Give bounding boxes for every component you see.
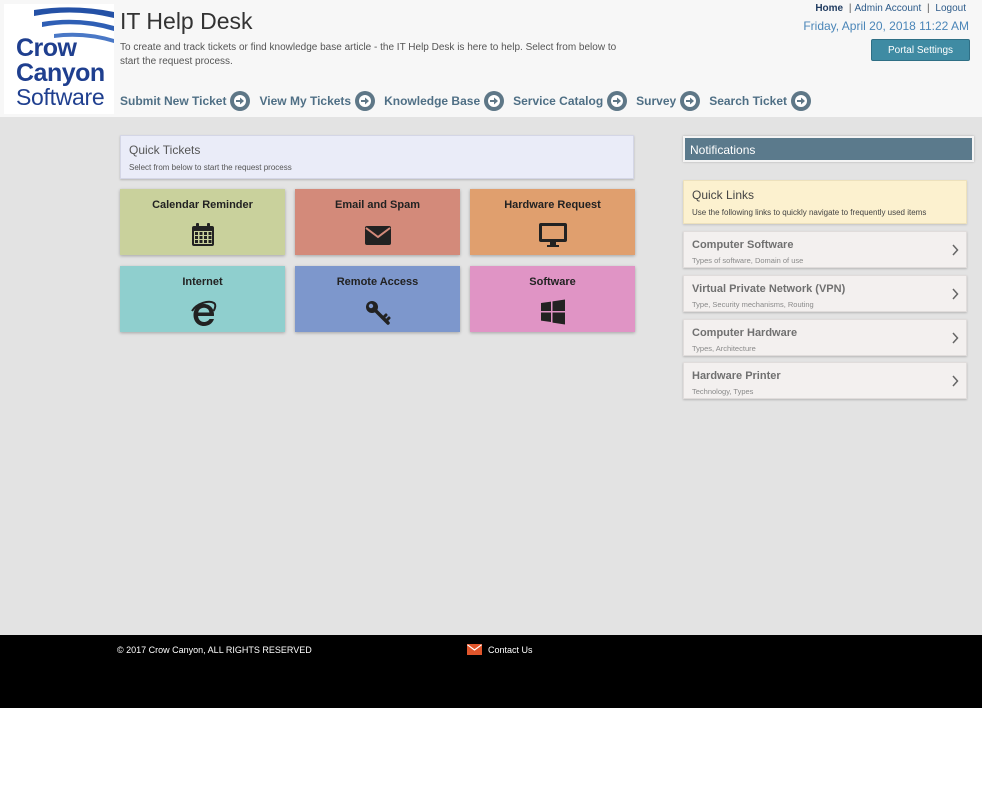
logo-text-line-1: Crow — [16, 34, 77, 62]
intro-text: To create and track tickets or find know… — [120, 42, 617, 67]
tile-email-and-spam[interactable]: Email and Spam — [295, 189, 460, 255]
arrow-right-circle-icon — [791, 91, 812, 111]
quick-link-description: Technology, Types — [692, 387, 754, 396]
quick-link-name: Hardware Printer — [692, 370, 781, 382]
internet-explorer-icon — [190, 300, 216, 326]
key-icon — [365, 301, 390, 325]
page: Crow Canyon Software IT Help Desk To cre… — [0, 0, 982, 786]
portal-settings-button[interactable]: Portal Settings — [871, 39, 970, 61]
tile-label: Software — [529, 276, 576, 288]
tile-internet[interactable]: Internet — [120, 266, 285, 332]
quick-links-subtitle: Use the following links to quickly navig… — [692, 208, 927, 217]
page-title: IT Help Desk — [120, 8, 253, 34]
nav-label: Service Catalog — [513, 94, 604, 108]
top-links: Home | Admin Account | Logout — [815, 3, 966, 14]
quick-link-vpn[interactable]: Virtual Private Network (VPN) Type, Secu… — [683, 275, 967, 312]
nav-submit-new-ticket[interactable]: Submit New Ticket — [120, 91, 251, 111]
envelope-icon — [364, 226, 391, 245]
quick-link-computer-hardware[interactable]: Computer Hardware Types, Architecture — [683, 319, 967, 356]
nav-label: Submit New Ticket — [120, 94, 227, 108]
nav-search-ticket[interactable]: Search Ticket — [709, 91, 812, 111]
current-datetime: Friday, April 20, 2018 11:22 AM — [803, 19, 969, 33]
quick-link-name: Computer Hardware — [692, 327, 798, 339]
separator: | — [848, 3, 852, 14]
quick-links-header: Quick Links Use the following links to q… — [683, 180, 967, 224]
crow-canyon-logo[interactable]: Crow Canyon Software — [4, 4, 114, 114]
quick-tickets-subtitle: Select from below to start the request p… — [129, 163, 292, 172]
chevron-right-icon — [952, 244, 959, 256]
quick-link-name: Virtual Private Network (VPN) — [692, 283, 846, 295]
monitor-icon — [538, 223, 567, 247]
quick-link-description: Type, Security mechanisms, Routing — [692, 300, 814, 309]
quick-link-hardware-printer[interactable]: Hardware Printer Technology, Types — [683, 362, 967, 399]
notifications-bar: Notifications — [683, 136, 974, 162]
tile-calendar-reminder[interactable]: Calendar Reminder — [120, 189, 285, 255]
nav-label: Survey — [636, 94, 677, 108]
tile-label: Remote Access — [336, 276, 419, 288]
logout-link[interactable]: Logout — [935, 3, 966, 14]
nav-label: Search Ticket — [709, 94, 788, 108]
arrow-right-circle-icon — [230, 91, 251, 111]
chevron-right-icon — [952, 288, 959, 300]
contact-us-link[interactable]: Contact Us — [467, 644, 533, 655]
admin-account-link[interactable]: Admin Account — [855, 3, 922, 14]
nav-service-catalog[interactable]: Service Catalog — [513, 91, 628, 111]
home-link[interactable]: Home — [815, 3, 843, 14]
tile-software[interactable]: Software — [470, 266, 635, 332]
quick-link-description: Types, Architecture — [692, 344, 756, 353]
nav-label: Knowledge Base — [384, 94, 481, 108]
contact-us-label: Contact Us — [488, 644, 533, 655]
mail-icon — [467, 644, 482, 655]
separator: | — [927, 3, 930, 14]
main-content: Quick Tickets Select from below to start… — [0, 117, 982, 635]
chevron-right-icon — [952, 332, 959, 344]
nav-survey[interactable]: Survey — [636, 91, 701, 111]
notifications-title: Notifications — [690, 143, 756, 157]
arrow-right-circle-icon — [680, 91, 701, 111]
arrow-right-circle-icon — [484, 91, 505, 111]
calendar-icon — [191, 223, 214, 246]
quick-tickets-header: Quick Tickets Select from below to start… — [120, 135, 634, 179]
tile-hardware-request[interactable]: Hardware Request — [470, 189, 635, 255]
quick-link-description: Types of software, Domain of use — [692, 256, 804, 265]
chevron-right-icon — [952, 375, 959, 387]
windows-icon — [540, 299, 565, 325]
quick-links-title: Quick Links — [692, 188, 755, 202]
quick-link-computer-software[interactable]: Computer Software Types of software, Dom… — [683, 231, 967, 268]
nav-view-my-tickets[interactable]: View My Tickets — [259, 91, 376, 111]
main-nav: Submit New Ticket View My Tickets Knowle… — [120, 91, 820, 111]
arrow-right-circle-icon — [355, 91, 376, 111]
footer: © 2017 Crow Canyon, ALL RIGHTS RESERVED … — [0, 635, 982, 708]
arrow-right-circle-icon — [607, 91, 628, 111]
tile-label: Email and Spam — [335, 199, 420, 211]
tile-label: Calendar Reminder — [152, 199, 253, 211]
tile-remote-access[interactable]: Remote Access — [295, 266, 460, 332]
tile-label: Hardware Request — [504, 199, 601, 211]
quick-tickets-title: Quick Tickets — [129, 143, 201, 157]
nav-knowledge-base[interactable]: Knowledge Base — [384, 91, 505, 111]
tile-label: Internet — [182, 276, 223, 288]
logo-text-line-3: Software — [16, 84, 105, 110]
nav-label: View My Tickets — [259, 94, 352, 108]
header: Crow Canyon Software IT Help Desk To cre… — [0, 0, 982, 117]
logo-text-line-2: Canyon — [16, 59, 105, 87]
copyright-text: © 2017 Crow Canyon, ALL RIGHTS RESERVED — [117, 645, 312, 655]
quick-link-name: Computer Software — [692, 239, 794, 251]
